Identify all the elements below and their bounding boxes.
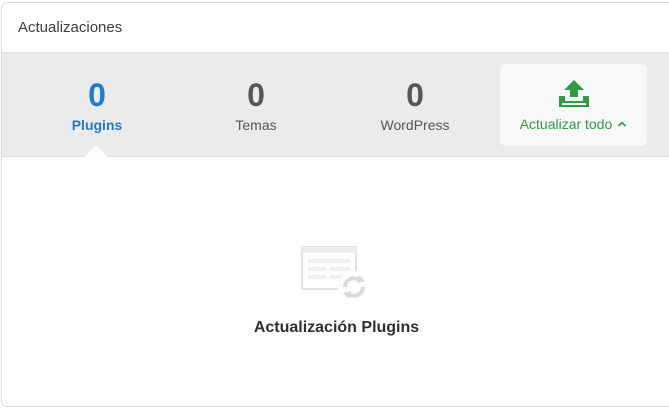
card-header: Actualizaciones xyxy=(2,3,669,53)
plugins-count: 0 xyxy=(88,77,106,113)
update-all-label-row: Actualizar todo xyxy=(520,116,628,132)
temas-count: 0 xyxy=(247,77,265,113)
wordpress-label: WordPress xyxy=(380,117,450,133)
card-title: Actualizaciones xyxy=(18,19,123,36)
tab-plugins[interactable]: 0 Plugins xyxy=(22,53,172,157)
plugins-label: Plugins xyxy=(71,117,123,133)
update-all-label: Actualizar todo xyxy=(519,116,613,132)
wordpress-count: 0 xyxy=(406,77,424,113)
active-tab-pointer xyxy=(84,145,108,157)
plugin-refresh-icon xyxy=(301,246,370,303)
chevron-up-icon xyxy=(618,121,627,127)
upload-tray-icon xyxy=(558,80,589,107)
empty-state: Actualización Plugins xyxy=(2,160,669,406)
updates-card: Actualizaciones 0 Plugins 0 Temas 0 Word… xyxy=(1,2,669,407)
stats-bar: 0 Plugins 0 Temas 0 WordPress Actualizar… xyxy=(2,53,669,157)
tab-temas[interactable]: 0 Temas xyxy=(181,53,331,157)
empty-state-title: Actualización Plugins xyxy=(253,319,420,336)
update-all-button[interactable]: Actualizar todo xyxy=(500,64,647,146)
tab-wordpress[interactable]: 0 WordPress xyxy=(340,53,490,157)
temas-label: Temas xyxy=(235,117,277,133)
